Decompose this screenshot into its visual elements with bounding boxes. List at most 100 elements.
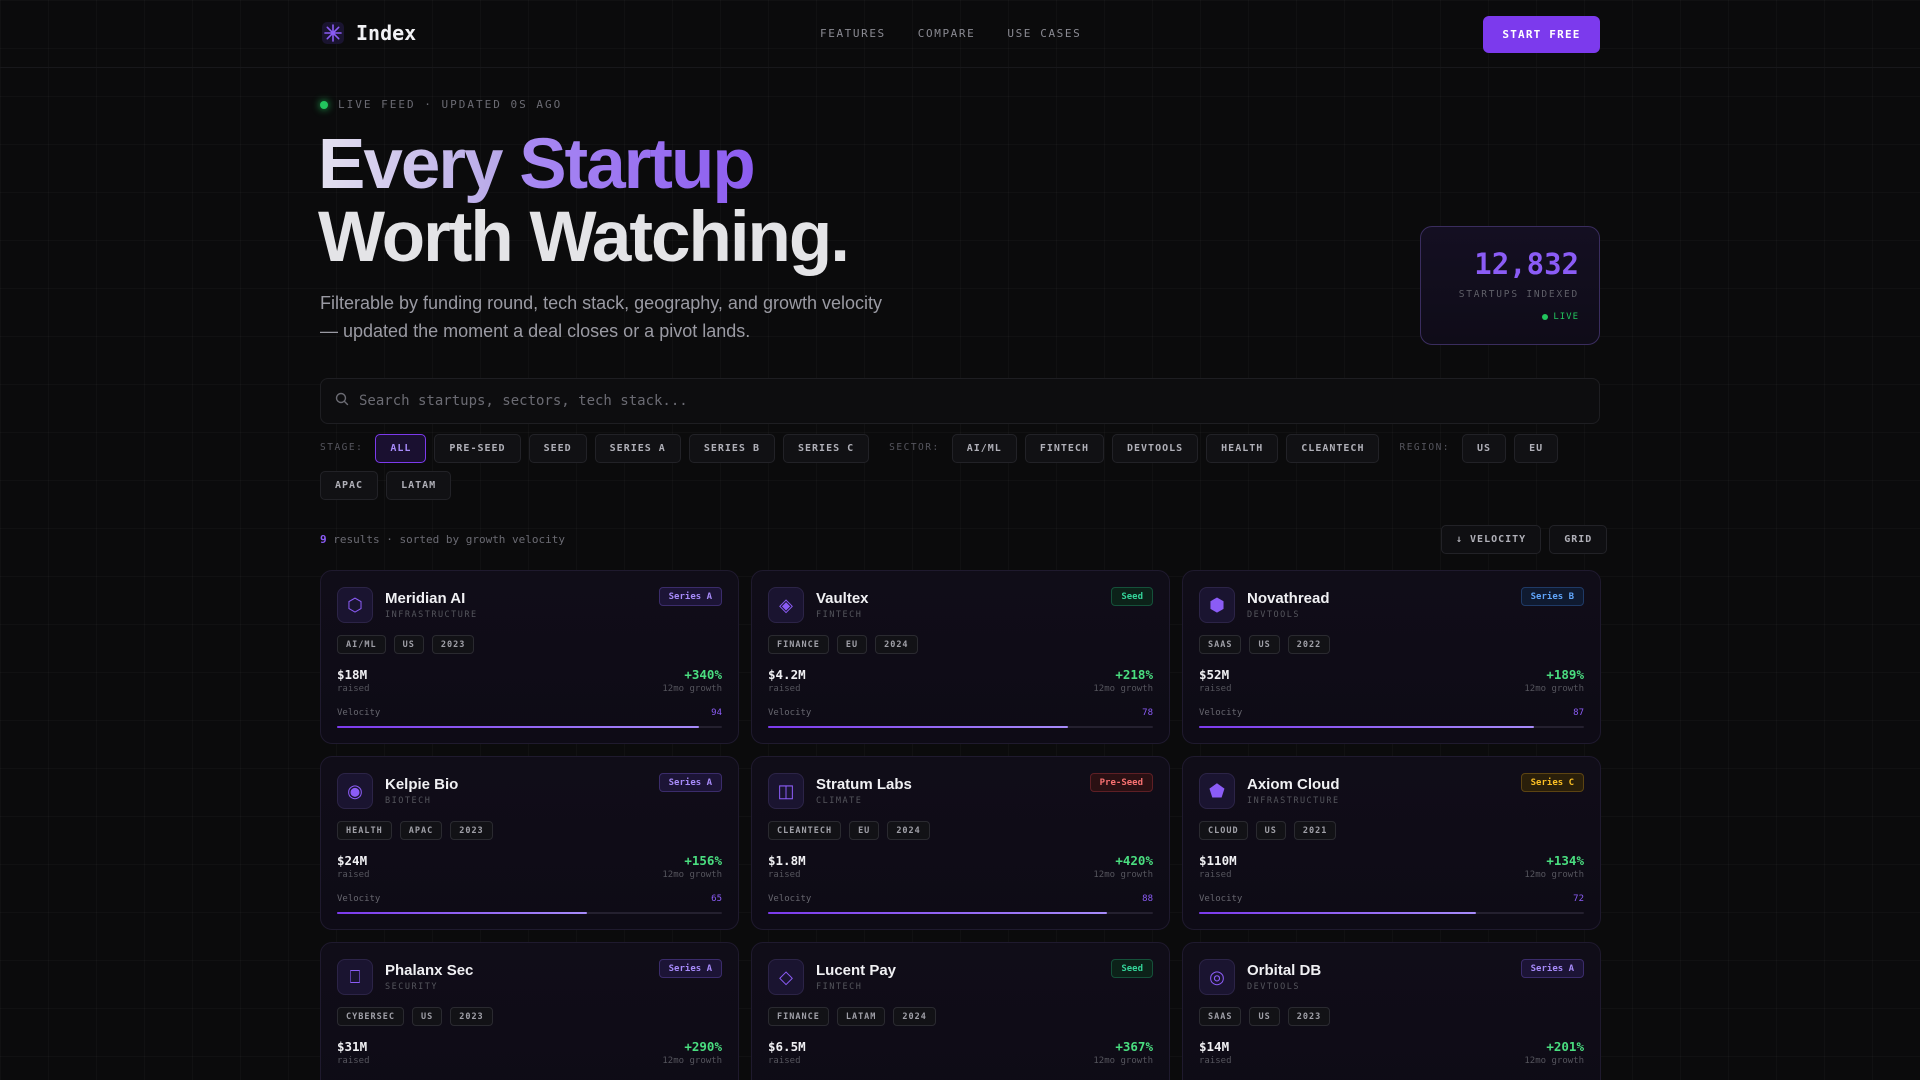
tag[interactable]: 2023 (450, 821, 493, 840)
filter-chip-region-latam[interactable]: LATAM (386, 471, 452, 500)
amount-raised-label: raised (337, 870, 370, 880)
tag[interactable]: FINANCE (768, 1007, 829, 1026)
tag[interactable]: 2024 (893, 1007, 936, 1026)
tag[interactable]: US (393, 635, 424, 654)
start-free-button[interactable]: START FREE (1483, 16, 1600, 53)
sort-velocity-button[interactable]: ↓ VELOCITY (1441, 525, 1542, 554)
amount-raised-label: raised (337, 1056, 370, 1066)
tag[interactable]: SAAS (1199, 1007, 1242, 1026)
filter-chip-stage-seed[interactable]: SEED (528, 434, 587, 463)
tag[interactable]: AI/ML (337, 635, 386, 654)
filter-chip-sector-health[interactable]: HEALTH (1206, 434, 1279, 463)
nav-link-features[interactable]: FEATURES (820, 27, 886, 40)
live-feed-indicator: LIVE FEED · UPDATED 0S AGO (320, 98, 562, 111)
startup-card[interactable]: ◉ Kelpie Bio BIOTECH Series A HEALTH APAC 2023… (320, 756, 739, 930)
velocity-label: Velocity (1199, 708, 1243, 718)
tag[interactable]: SAAS (1199, 635, 1242, 654)
stage-badge: Series B (1520, 587, 1584, 606)
filter-chip-sector-ai-ml[interactable]: AI/ML (951, 434, 1017, 463)
startup-card[interactable]: ◇ Lucent Pay FINTECH Seed FINANCE LATAM 2024 $6… (751, 942, 1170, 1080)
velocity-label: Velocity (768, 708, 812, 718)
startup-card[interactable]: ⬡ Meridian AI INFRASTRUCTURE Series A AI/ML U… (320, 570, 739, 744)
diamond-outline-icon: ◇ (768, 959, 804, 995)
filter-chip-region-apac[interactable]: APAC (320, 471, 379, 500)
nav-link-compare[interactable]: COMPARE (918, 27, 976, 40)
startup-sector: FINTECH (816, 982, 863, 992)
hero-title-line-2: Worth Watching. (318, 198, 850, 277)
startup-name: Lucent Pay (816, 962, 897, 979)
live-dot-icon (320, 100, 328, 109)
filter-chip-region-us[interactable]: US (1462, 434, 1507, 463)
tag[interactable]: US (1249, 635, 1280, 654)
filter-chip-sector-devtools[interactable]: DEVTOOLS (1111, 434, 1199, 463)
amount-raised-label: raised (1199, 870, 1232, 880)
tag[interactable]: 2024 (875, 635, 918, 654)
tag[interactable]: LATAM (836, 1007, 886, 1026)
growth-value: +134% (1546, 853, 1584, 868)
velocity-bar (1199, 726, 1584, 728)
hero-title: Every Startup Worth Watching. (318, 125, 850, 277)
nav-link-use-cases[interactable]: USE CASES (1007, 27, 1081, 40)
growth-label: 12mo growth (662, 1056, 722, 1066)
filter-chip-region-eu[interactable]: EU (1514, 434, 1559, 463)
tag[interactable]: 2024 (887, 821, 930, 840)
tag[interactable]: 2023 (1287, 1007, 1331, 1026)
tag[interactable]: US (1255, 821, 1286, 840)
tag[interactable]: US (1249, 1007, 1280, 1026)
brand-logo[interactable]: Index (320, 20, 416, 46)
tag[interactable]: US (411, 1007, 443, 1026)
startup-name: Vaultex (816, 590, 869, 607)
amount-raised-label: raised (337, 684, 370, 694)
velocity-value: 72 (1573, 894, 1584, 904)
tag[interactable]: CLOUD (1199, 821, 1248, 840)
filter-chip-sector-cleantech[interactable]: CLEANTECH (1286, 434, 1380, 463)
hero-title-highlight: Startup (519, 125, 755, 204)
tag[interactable]: HEALTH (337, 821, 392, 840)
startup-card[interactable]: ⬢ Novathread DEVTOOLS Series B SAAS US 2022 $52… (1182, 570, 1601, 744)
startup-card[interactable]: ⎕ Phalanx Sec SECURITY Series A CYBERSEC US 20… (320, 942, 739, 1080)
filter-chip-sector-fintech[interactable]: FINTECH (1024, 434, 1104, 463)
tag-list: CYBERSEC US 2023 (337, 1007, 493, 1026)
tag-list: AI/ML US 2023 (337, 635, 475, 654)
filter-label-stage: STAGE: (320, 442, 364, 453)
search-icon (335, 392, 349, 411)
grid-view-button[interactable]: GRID (1549, 525, 1608, 554)
startup-card[interactable]: ◈ Vaultex FINTECH Seed FINANCE EU 2024 $4.2M rai… (751, 570, 1170, 744)
filter-chip-stage-series-c[interactable]: SERIES C (783, 434, 870, 463)
tag[interactable]: CYBERSEC (337, 1007, 404, 1026)
ring-icon: ◎ (1199, 959, 1235, 995)
tag[interactable]: 2021 (1293, 821, 1337, 840)
tag[interactable]: 2022 (1287, 635, 1331, 654)
velocity-bar-fill (337, 912, 588, 914)
startup-card[interactable]: ◎ Orbital DB DEVTOOLS Series A SAAS US 2023 $14… (1182, 942, 1601, 1080)
velocity-value: 94 (711, 708, 722, 718)
startup-name: Novathread (1247, 590, 1330, 607)
live-status: LIVE (1421, 312, 1579, 322)
tag[interactable]: EU (849, 821, 880, 840)
starburst-icon (320, 20, 346, 46)
amount-raised: $6.5M (768, 1039, 806, 1054)
amount-raised-label: raised (1199, 684, 1232, 694)
square-icon: ⎕ (337, 959, 373, 995)
filter-chip-stage-all[interactable]: ALL (375, 434, 427, 463)
growth-label: 12mo growth (1524, 870, 1584, 880)
tag[interactable]: CLEANTECH (768, 821, 842, 840)
tag[interactable]: FINANCE (768, 635, 829, 654)
velocity-bar-fill (337, 726, 699, 728)
stage-badge: Series A (658, 587, 722, 606)
filter-chip-stage-series-a[interactable]: SERIES A (594, 434, 681, 463)
filter-chip-stage-series-b[interactable]: SERIES B (688, 434, 775, 463)
results-count: 9 (320, 533, 327, 546)
filter-chip-stage-pre-seed[interactable]: PRE-SEED (434, 434, 521, 463)
startup-sector: CLIMATE (816, 796, 863, 806)
search-input[interactable] (359, 393, 1559, 409)
tag[interactable]: APAC (399, 821, 443, 840)
tag-list: HEALTH APAC 2023 (337, 821, 493, 840)
tag[interactable]: 2023 (450, 1007, 493, 1026)
tag[interactable]: 2023 (431, 635, 475, 654)
tag[interactable]: EU (836, 635, 868, 654)
growth-value: +156% (684, 853, 722, 868)
velocity-bar (1199, 912, 1584, 914)
startup-card[interactable]: ◫ Stratum Labs CLIMATE Pre-Seed CLEANTECH EU 2… (751, 756, 1170, 930)
startup-card[interactable]: ⬟ Axiom Cloud INFRASTRUCTURE Series C CLOUD U… (1182, 756, 1601, 930)
